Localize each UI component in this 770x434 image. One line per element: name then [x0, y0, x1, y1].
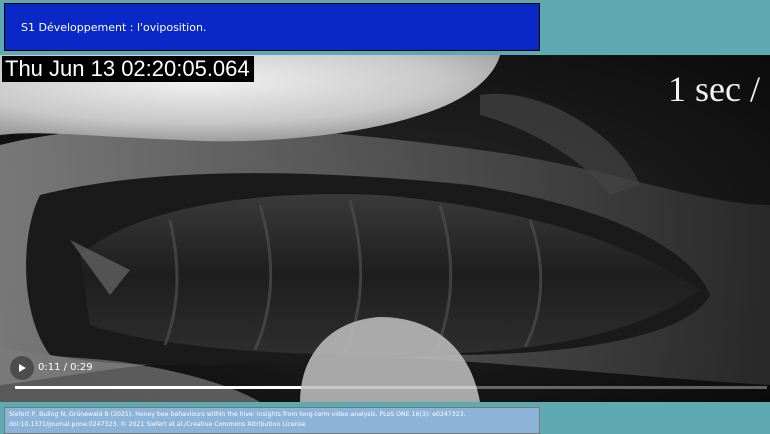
credit-caption: Siefert P, Buling N, Grünewald B (2021).… [4, 407, 540, 434]
page-title: S1 Développement : l'oviposition. [21, 20, 207, 34]
video-frame [0, 55, 770, 402]
speed-overlay: 1 sec / [668, 69, 760, 109]
progress-fill [15, 386, 301, 389]
video-controls: 0:11 / 0:29 [0, 356, 770, 402]
progress-bar[interactable] [15, 386, 767, 389]
video-timestamp: Thu Jun 13 02:20:05.064 [2, 56, 254, 82]
page-title-bar: S1 Développement : l'oviposition. [4, 3, 540, 51]
video-player[interactable]: Thu Jun 13 02:20:05.064 1 sec / 0:11 / 0… [0, 55, 770, 402]
credit-text: Siefert P, Buling N, Grünewald B (2021).… [9, 411, 466, 428]
play-icon [19, 364, 26, 372]
time-display: 0:11 / 0:29 [38, 362, 93, 373]
play-button[interactable] [10, 356, 34, 380]
